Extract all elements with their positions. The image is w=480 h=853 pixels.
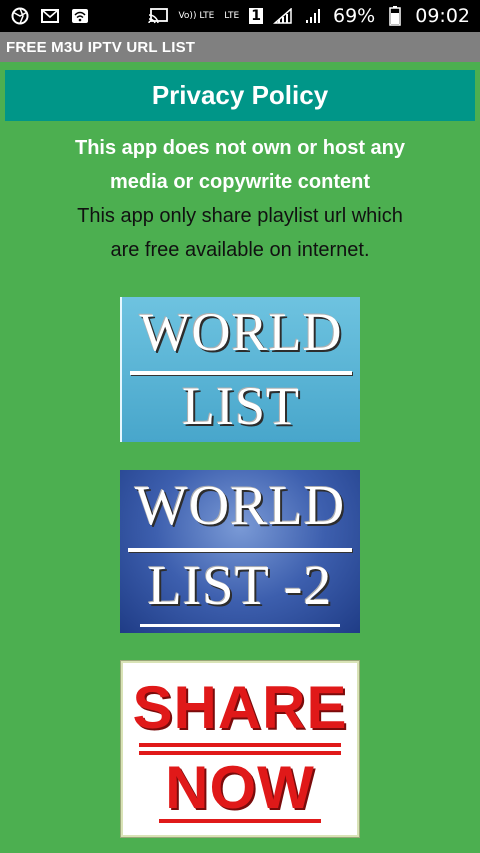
world-list-2-button[interactable]: WORLD LIST -2: [120, 470, 360, 633]
status-bar: Vo)) LTE LTE 1 69% 09:02: [0, 0, 480, 32]
share-now-underline: [159, 819, 321, 823]
clock: 09:02: [415, 5, 470, 27]
battery-icon: [385, 6, 405, 26]
signal-bars-icon: [303, 6, 323, 26]
signal-icon: [273, 6, 293, 26]
world-list-2-title-top: WORLD: [134, 475, 346, 537]
world-list-2-divider: [128, 548, 352, 552]
world-list-title-top: WORLD: [139, 302, 343, 362]
world-list-2-title-bottom: LIST -2: [147, 555, 333, 617]
aperture-icon: [10, 6, 30, 26]
share-now-divider-1: [139, 743, 341, 747]
wifi-icon: [70, 6, 90, 26]
cast-icon: [148, 6, 169, 26]
world-list-title-bottom: LIST: [182, 376, 300, 436]
share-now-button[interactable]: SHARE NOW: [120, 660, 360, 838]
volte-indicator: Vo)) LTE: [178, 10, 215, 21]
mail-icon: [40, 6, 60, 26]
disclaimer-line-1: This app does not own or host any: [74, 137, 405, 159]
sim-indicator: 1: [249, 8, 263, 24]
battery-percent: 69%: [333, 5, 376, 27]
lte-indicator: LTE: [224, 10, 240, 21]
disclaimer-text: This app does not own or host any media …: [0, 131, 480, 267]
disclaimer-line-4: are free available on internet.: [110, 239, 370, 261]
app-title: FREE M3U IPTV URL LIST: [6, 38, 196, 56]
world-list-button[interactable]: WORLD LIST: [120, 297, 360, 442]
share-now-title-bottom: NOW: [165, 754, 315, 821]
privacy-policy-button[interactable]: Privacy Policy: [5, 70, 475, 121]
disclaimer-line-3: This app only share playlist url which: [77, 205, 403, 227]
share-now-title-top: SHARE: [132, 674, 348, 741]
app-title-bar: FREE M3U IPTV URL LIST: [0, 32, 480, 62]
disclaimer-line-2: media or copywrite content: [109, 171, 371, 193]
world-list-2-underline: [140, 624, 340, 627]
